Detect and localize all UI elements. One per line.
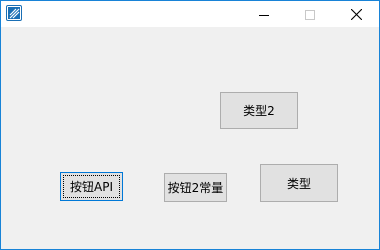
const-button[interactable]: 按钮2常量: [164, 173, 227, 202]
close-icon: [350, 5, 362, 24]
close-button[interactable]: [333, 1, 379, 27]
api-button[interactable]: 按钮API: [60, 172, 123, 201]
title-bar[interactable]: [1, 1, 379, 27]
api-button-label: 按钮API: [70, 180, 113, 194]
type-button-label: 类型: [286, 176, 311, 191]
const-button-label: 按钮2常量: [167, 181, 224, 195]
maximize-icon: [305, 5, 315, 24]
minimize-icon: [259, 5, 269, 24]
app-window: 类型2 按钮API 按钮2常量 类型: [0, 0, 380, 250]
type-button[interactable]: 类型: [260, 164, 338, 202]
type2-button-label: 类型2: [243, 104, 275, 118]
minimize-button[interactable]: [241, 1, 287, 27]
type2-button[interactable]: 类型2: [220, 92, 298, 129]
client-area: 类型2 按钮API 按钮2常量 类型: [1, 27, 379, 249]
maximize-button[interactable]: [287, 1, 333, 27]
app-icon: [6, 5, 22, 21]
